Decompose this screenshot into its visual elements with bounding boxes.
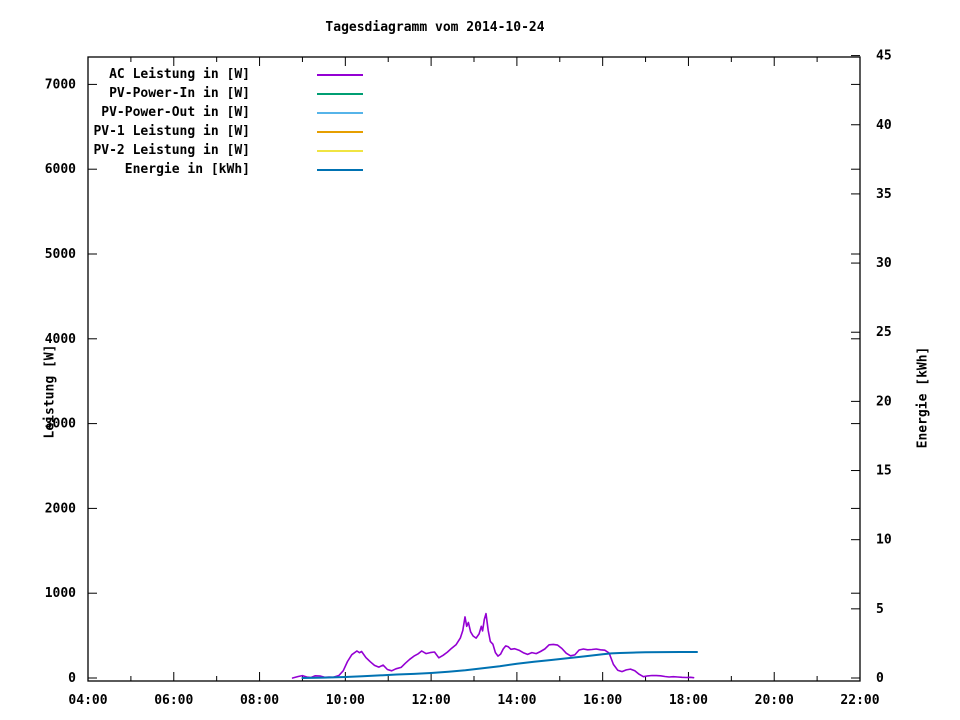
legend: AC Leistung in [W] PV-Power-In in [W] PV-P…	[0, 65, 420, 179]
svg-text:18:00: 18:00	[669, 693, 708, 708]
legend-line-sample	[317, 92, 363, 95]
svg-text:35: 35	[876, 187, 892, 202]
svg-text:04:00: 04:00	[68, 693, 107, 708]
svg-text:5000: 5000	[45, 247, 76, 262]
svg-text:12:00: 12:00	[412, 693, 451, 708]
legend-item-5: Energie in [kWh]	[0, 160, 420, 179]
svg-text:22:00: 22:00	[840, 693, 879, 708]
legend-label: Energie in [kWh]	[124, 162, 250, 177]
legend-label: PV-2 Leistung in [W]	[93, 143, 250, 158]
svg-text:10: 10	[876, 533, 892, 548]
svg-text:15: 15	[876, 464, 892, 479]
svg-text:1000: 1000	[45, 586, 76, 601]
legend-line-sample	[317, 149, 363, 152]
legend-line-sample	[317, 130, 363, 133]
svg-text:40: 40	[876, 118, 892, 133]
legend-item-4: PV-2 Leistung in [W]	[0, 141, 420, 160]
legend-item-2: PV-Power-Out in [W]	[0, 103, 420, 122]
svg-text:08:00: 08:00	[240, 693, 279, 708]
legend-item-0: AC Leistung in [W]	[0, 65, 420, 84]
legend-item-1: PV-Power-In in [W]	[0, 84, 420, 103]
svg-text:10:00: 10:00	[326, 693, 365, 708]
series-line-0	[291, 612, 695, 679]
series-paths	[291, 612, 698, 679]
svg-text:4000: 4000	[45, 332, 76, 347]
legend-label: PV-Power-Out in [W]	[101, 105, 250, 120]
svg-text:0: 0	[68, 671, 76, 686]
svg-text:2000: 2000	[45, 501, 76, 516]
svg-text:06:00: 06:00	[154, 693, 193, 708]
svg-text:20: 20	[876, 394, 892, 409]
legend-label: PV-1 Leistung in [W]	[93, 124, 250, 139]
legend-item-3: PV-1 Leistung in [W]	[0, 122, 420, 141]
svg-text:25: 25	[876, 325, 892, 340]
svg-text:5: 5	[876, 602, 884, 617]
chart-screen: Tagesdiagramm vom 2014-10-24 Leistung [W…	[0, 0, 960, 720]
svg-text:3000: 3000	[45, 417, 76, 432]
legend-line-sample	[317, 111, 363, 114]
svg-text:0: 0	[876, 671, 884, 686]
y2-axis-ticks: 0 5 10 15 20 25 30 35 40 45	[851, 49, 892, 686]
svg-text:45: 45	[876, 49, 892, 64]
svg-text:16:00: 16:00	[583, 693, 622, 708]
svg-text:30: 30	[876, 256, 892, 271]
legend-label: PV-Power-In in [W]	[109, 86, 250, 101]
legend-label: AC Leistung in [W]	[109, 67, 250, 82]
legend-line-sample	[317, 168, 363, 171]
svg-text:14:00: 14:00	[497, 693, 536, 708]
svg-text:20:00: 20:00	[755, 693, 794, 708]
legend-line-sample	[317, 73, 363, 76]
